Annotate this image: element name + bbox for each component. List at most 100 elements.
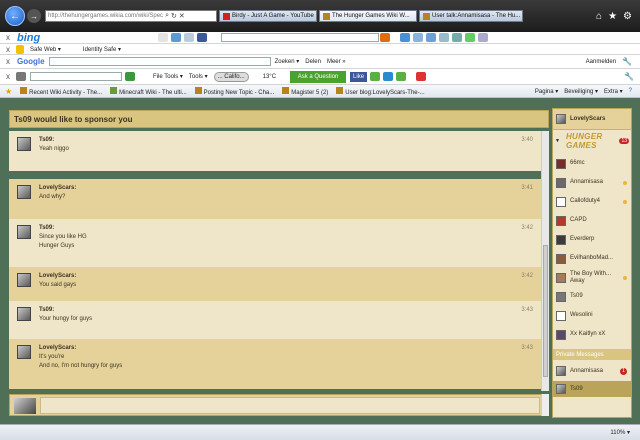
signin-link[interactable]: Aanmelden	[586, 59, 616, 65]
stop-icon[interactable]: ✕	[179, 12, 185, 20]
close-toolbar-icon[interactable]: x	[3, 45, 13, 54]
current-user[interactable]: LovelyScars	[553, 109, 631, 130]
toolbar-icon-7[interactable]	[478, 33, 489, 42]
refresh-icon[interactable]: ↻	[171, 12, 177, 20]
address-bar[interactable]: http://thehungergames.wikia.com/wiki/Spe…	[45, 10, 217, 22]
private-message-item[interactable]: Ts09	[553, 381, 631, 397]
favorite-link[interactable]: Posting New Topic - Cha...	[194, 86, 274, 96]
message-list[interactable]: Ts09: Yeah niggo 3:40 LovelyScars: And why? 3…	[9, 131, 541, 391]
search-icon[interactable]: ⌕	[165, 12, 169, 20]
settings-wrench-icon[interactable]: 🔧	[624, 72, 634, 81]
more-button[interactable]: Meer »	[327, 59, 346, 65]
forward-arrow-icon: →	[30, 11, 38, 21]
input-scrollbar[interactable]	[541, 394, 549, 416]
favorite-link[interactable]: Magister 5 (2)	[282, 86, 328, 96]
close-toolbar-icon[interactable]: x	[3, 72, 13, 81]
share-button[interactable]: Delen	[305, 59, 321, 65]
ask-question-button[interactable]: Ask a Question	[290, 70, 347, 83]
mail-icon[interactable]	[158, 33, 169, 42]
ask-search-input[interactable]	[30, 72, 122, 81]
favorite-link[interactable]: Recent Wiki Activity - The...	[20, 86, 102, 96]
safe-web-menu[interactable]: Safe Web ▾	[30, 46, 61, 53]
message-author[interactable]: LovelyScars:	[39, 344, 122, 353]
toolbar-icon-11[interactable]	[416, 72, 427, 81]
user-list-item[interactable]: Wesolini	[553, 307, 631, 324]
message-timestamp: 3:42	[521, 273, 533, 279]
maps-icon[interactable]	[184, 33, 195, 42]
tools-menu[interactable]: Extra ▾	[604, 88, 623, 95]
message-author[interactable]: Ts09:	[39, 224, 87, 233]
avatar[interactable]	[17, 225, 31, 239]
toolbar-icon-3[interactable]	[426, 33, 437, 42]
user-list-item[interactable]: CAPD	[553, 212, 631, 229]
file-tools-menu[interactable]: File Tools ▾	[153, 73, 183, 80]
tools-menu[interactable]: Tools ▾	[189, 73, 208, 80]
user-list-item[interactable]: The Boy With... Away	[553, 269, 631, 286]
toolbar-icon-1[interactable]	[400, 33, 411, 42]
norton-check-icon	[16, 44, 24, 54]
avatar[interactable]	[17, 185, 31, 199]
google-search-button[interactable]: Zoeken ▾	[275, 58, 300, 65]
favorites-star-icon[interactable]: ★	[5, 87, 12, 96]
browser-tab[interactable]: User talk:Annamisasa - The Hu...	[419, 10, 523, 22]
message-author[interactable]: Ts09:	[39, 136, 69, 145]
google-search-input[interactable]	[48, 57, 271, 66]
zoom-level[interactable]: 110% ▾	[610, 429, 630, 436]
favorite-link[interactable]: User blog:LovelyScars-The-...	[336, 86, 425, 96]
message-text: Hunger Guys	[39, 243, 75, 249]
user-list-item[interactable]: Xx Kaitlyn xX	[553, 326, 631, 343]
toolbar-icon-9[interactable]	[383, 72, 394, 81]
unread-badge: 1	[620, 367, 627, 375]
facebook-like-button[interactable]: Like	[350, 71, 368, 82]
user-list-item[interactable]: Annamisasa	[553, 174, 631, 191]
message-input[interactable]	[40, 397, 540, 414]
ask-search-button[interactable]	[125, 72, 135, 81]
user-list-item[interactable]: Everderp	[553, 231, 631, 248]
user-list-item[interactable]: Callofduty4	[553, 193, 631, 210]
favorites-star-icon[interactable]: ★	[608, 11, 617, 22]
toolbar-icon-2[interactable]	[413, 33, 424, 42]
my-avatar	[14, 398, 36, 414]
favorite-favicon-icon	[282, 86, 290, 94]
wrench-icon[interactable]: 🔧	[622, 57, 632, 66]
collapse-arrow-icon[interactable]: ▼	[555, 138, 560, 144]
user-list-item[interactable]: EvilhanboMad...	[553, 250, 631, 267]
page-menu[interactable]: Pagina ▾	[535, 88, 558, 95]
toolbar-icon-10[interactable]	[396, 72, 407, 81]
favorite-link[interactable]: Minecraft Wiki - The ulti...	[110, 86, 187, 96]
scroll-thumb[interactable]	[543, 245, 548, 377]
toolbar-icon-6[interactable]	[465, 33, 476, 42]
avatar[interactable]	[17, 345, 31, 359]
weather-icon[interactable]	[171, 33, 182, 42]
help-menu[interactable]: ?	[629, 88, 632, 94]
message-scrollbar[interactable]	[541, 131, 549, 391]
message-author[interactable]: LovelyScars:	[39, 184, 76, 193]
wiki-room[interactable]: ▼ HUNGER GAMES 13	[553, 132, 631, 150]
identity-safe-menu[interactable]: Identity Safe ▾	[83, 46, 121, 53]
private-message-item[interactable]: Annamisasa 1	[553, 363, 631, 379]
user-list-item[interactable]: 66mc	[553, 155, 631, 172]
avatar[interactable]	[17, 307, 31, 321]
browser-tab[interactable]: The Hunger Games Wiki W...	[319, 10, 417, 22]
avatar[interactable]	[17, 273, 31, 287]
safety-menu[interactable]: Beveiliging ▾	[564, 88, 598, 95]
home-icon[interactable]: ⌂	[596, 11, 602, 22]
media-player-widget[interactable]: ... Califo...	[213, 71, 249, 82]
back-button[interactable]: ←	[5, 6, 25, 26]
forward-button[interactable]: →	[27, 9, 41, 23]
settings-gear-icon[interactable]: ⚙	[623, 11, 632, 22]
bing-search-button[interactable]	[380, 33, 391, 42]
close-toolbar-icon[interactable]: x	[3, 33, 13, 42]
browser-tab[interactable]: Birdy - Just A Game - YouTube	[219, 10, 317, 22]
close-toolbar-icon[interactable]: x	[3, 57, 13, 66]
bing-search-input[interactable]	[221, 33, 380, 42]
toolbar-icon-5[interactable]	[452, 33, 463, 42]
avatar[interactable]	[17, 137, 31, 151]
toolbar-icon-4[interactable]	[439, 33, 450, 42]
toolbar-icon-8[interactable]	[370, 72, 381, 81]
message-author[interactable]: LovelyScars:	[39, 272, 76, 281]
user-list-item[interactable]: Ts09	[553, 288, 631, 305]
message-author[interactable]: Ts09:	[39, 306, 92, 315]
facebook-icon[interactable]	[197, 33, 208, 42]
message-compose	[9, 394, 549, 416]
